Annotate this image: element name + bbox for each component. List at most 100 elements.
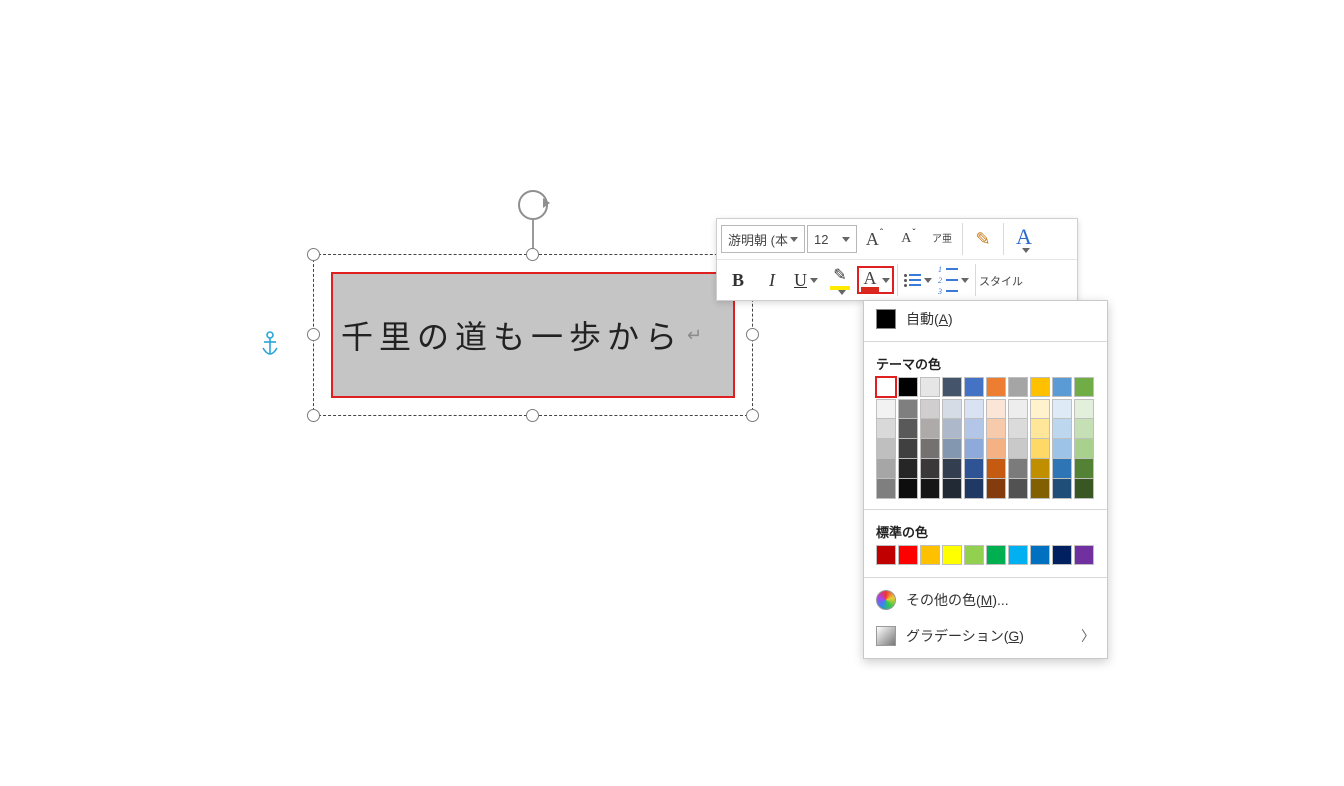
color-swatch[interactable] — [1030, 479, 1050, 499]
textbox-selection[interactable]: 千里の道も一歩から ↵ — [331, 272, 735, 398]
phonetic-guide-button[interactable]: ア 亜 — [925, 224, 959, 254]
color-swatch[interactable] — [876, 439, 896, 459]
italic-button[interactable]: I — [755, 265, 789, 295]
textbox-text[interactable]: 千里の道も一歩から — [341, 312, 683, 358]
color-swatch[interactable] — [1052, 545, 1072, 565]
automatic-color-item[interactable]: 自動(A) — [864, 301, 1107, 337]
color-swatch[interactable] — [1008, 545, 1028, 565]
color-swatch[interactable] — [1052, 419, 1072, 439]
color-swatch[interactable] — [876, 419, 896, 439]
color-swatch[interactable] — [876, 459, 896, 479]
color-swatch[interactable] — [1074, 479, 1094, 499]
color-swatch[interactable] — [1008, 459, 1028, 479]
color-swatch[interactable] — [1052, 479, 1072, 499]
color-swatch[interactable] — [1052, 459, 1072, 479]
color-swatch[interactable] — [1074, 459, 1094, 479]
resize-handle-tm[interactable] — [526, 248, 539, 261]
font-size-combo[interactable]: 12 — [807, 225, 857, 253]
grow-font-button[interactable]: Aˆ — [857, 224, 891, 254]
color-swatch[interactable] — [986, 479, 1006, 499]
color-swatch[interactable] — [920, 419, 940, 439]
color-swatch[interactable] — [1030, 439, 1050, 459]
color-swatch[interactable] — [920, 399, 940, 419]
numbering-button[interactable]: 1 2 3 — [935, 265, 972, 295]
color-swatch[interactable] — [964, 545, 984, 565]
color-swatch[interactable] — [1052, 439, 1072, 459]
color-swatch[interactable] — [898, 377, 918, 397]
color-swatch[interactable] — [876, 479, 896, 499]
resize-handle-bm[interactable] — [526, 409, 539, 422]
underline-button[interactable]: U — [789, 265, 823, 295]
color-swatch[interactable] — [898, 419, 918, 439]
color-swatch[interactable] — [964, 399, 984, 419]
color-swatch[interactable] — [1074, 399, 1094, 419]
color-swatch[interactable] — [942, 377, 962, 397]
color-swatch[interactable] — [898, 545, 918, 565]
color-swatch[interactable] — [1008, 479, 1028, 499]
color-swatch[interactable] — [920, 479, 940, 499]
color-swatch[interactable] — [1008, 439, 1028, 459]
caret-up-icon: ˆ — [880, 228, 883, 239]
separator — [1003, 223, 1004, 255]
color-swatch[interactable] — [1030, 459, 1050, 479]
color-swatch[interactable] — [986, 545, 1006, 565]
color-swatch[interactable] — [942, 439, 962, 459]
color-swatch[interactable] — [986, 459, 1006, 479]
resize-handle-bl[interactable] — [307, 409, 320, 422]
color-swatch[interactable] — [1008, 377, 1028, 397]
resize-handle-br[interactable] — [746, 409, 759, 422]
resize-handle-mr[interactable] — [746, 328, 759, 341]
color-swatch[interactable] — [898, 439, 918, 459]
color-swatch[interactable] — [964, 479, 984, 499]
color-swatch[interactable] — [1030, 377, 1050, 397]
rotate-handle[interactable] — [518, 190, 548, 220]
bullets-button[interactable] — [901, 265, 935, 295]
color-swatch[interactable] — [942, 419, 962, 439]
color-swatch[interactable] — [876, 545, 896, 565]
color-swatch[interactable] — [920, 439, 940, 459]
color-swatch[interactable] — [1074, 439, 1094, 459]
color-swatch[interactable] — [1008, 419, 1028, 439]
more-colors-item[interactable]: その他の色(M)... — [864, 582, 1107, 618]
color-swatch[interactable] — [1074, 377, 1094, 397]
format-painter-button[interactable]: ✎ — [966, 224, 1000, 254]
color-swatch[interactable] — [964, 377, 984, 397]
color-swatch[interactable] — [986, 377, 1006, 397]
color-swatch[interactable] — [986, 439, 1006, 459]
color-swatch[interactable] — [942, 479, 962, 499]
color-swatch[interactable] — [920, 377, 940, 397]
color-swatch[interactable] — [1074, 419, 1094, 439]
gradient-item[interactable]: グラデーション(G) 〉 — [864, 618, 1107, 654]
resize-handle-ml[interactable] — [307, 328, 320, 341]
font-name-combo[interactable]: 游明朝 (本 — [721, 225, 805, 253]
color-swatch[interactable] — [964, 459, 984, 479]
color-swatch[interactable] — [1052, 399, 1072, 419]
shrink-font-button[interactable]: Aˇ — [891, 224, 925, 254]
bold-button[interactable]: B — [721, 265, 755, 295]
color-swatch[interactable] — [876, 399, 896, 419]
ruby-top: ア — [932, 235, 942, 244]
styles-button[interactable]: A — [1007, 224, 1041, 254]
color-swatch[interactable] — [964, 419, 984, 439]
font-color-button[interactable]: A — [857, 266, 894, 294]
color-swatch[interactable] — [898, 459, 918, 479]
color-swatch[interactable] — [942, 545, 962, 565]
color-swatch[interactable] — [876, 377, 896, 397]
color-swatch[interactable] — [942, 399, 962, 419]
color-swatch[interactable] — [1030, 399, 1050, 419]
color-swatch[interactable] — [898, 479, 918, 499]
color-swatch[interactable] — [1052, 377, 1072, 397]
resize-handle-tl[interactable] — [307, 248, 320, 261]
color-swatch[interactable] — [898, 399, 918, 419]
color-swatch[interactable] — [986, 419, 1006, 439]
color-swatch[interactable] — [986, 399, 1006, 419]
color-swatch[interactable] — [942, 459, 962, 479]
color-swatch[interactable] — [920, 545, 940, 565]
color-swatch[interactable] — [964, 439, 984, 459]
color-swatch[interactable] — [1030, 545, 1050, 565]
color-swatch[interactable] — [920, 459, 940, 479]
highlight-color-button[interactable]: ✎ — [823, 265, 857, 295]
color-swatch[interactable] — [1008, 399, 1028, 419]
color-swatch[interactable] — [1030, 419, 1050, 439]
color-swatch[interactable] — [1074, 545, 1094, 565]
